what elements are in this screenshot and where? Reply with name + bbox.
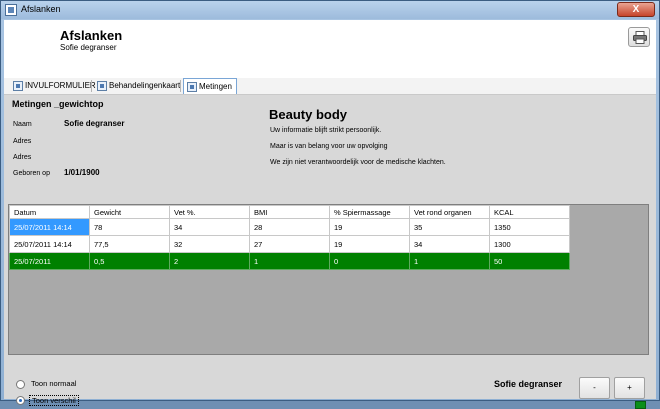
column-header[interactable]: Vet rond organen [409,205,490,219]
table-cell[interactable]: 28 [249,218,330,236]
table-cell[interactable]: 0,5 [89,252,170,270]
toon-normaal-radio[interactable] [16,380,25,389]
page-subtitle: Sofie degranser [60,43,117,52]
title-bar: Afslanken X [1,1,659,19]
tab-label: Behandelingenkaart [109,81,181,90]
info-line: Uw informatie blijft strikt persoonlijk. [270,127,382,134]
table-cell[interactable]: 1 [409,252,490,270]
printer-icon [633,31,647,44]
address-label: Adres [13,138,32,145]
app-window: Afslanken X Afslanken Sofie degranser IN… [0,0,660,409]
column-header[interactable]: Gewicht [89,205,170,219]
measurements-title: Metingen _gewichtop [12,99,104,109]
table-cell[interactable]: 50 [489,252,570,270]
client-area: Afslanken Sofie degranser INVULFORMULIER… [4,20,656,409]
info-line: Maar is van belang voor uw opvolging [270,143,388,150]
table-cell[interactable]: 25/07/2011 14:14 [9,218,90,236]
table-cell[interactable]: 25/07/2011 [9,252,90,270]
column-header[interactable]: Vet %. [169,205,250,219]
table-cell[interactable]: 19 [329,218,410,236]
tab-separator [180,80,181,92]
column-header[interactable]: BMI [249,205,330,219]
column-header[interactable]: KCAL [489,205,570,219]
tab-separator [91,80,92,92]
tab-metingen[interactable]: Metingen [183,78,237,94]
close-button[interactable]: X [617,2,655,17]
difference-row[interactable]: 25/07/2011 0,5 2 1 0 1 50 [9,252,570,270]
tab-label: INVULFORMULIER [25,81,96,90]
info-line: We zijn niet verantwoordelijk voor de me… [270,159,446,166]
column-header[interactable]: % Spiermassage [329,205,410,219]
address2-label: Adres [13,154,32,161]
table-row[interactable]: 25/07/2011 14:14 77,5 32 27 19 34 1300 [9,235,570,253]
table-cell[interactable]: 2 [169,252,250,270]
tab-strip: INVULFORMULIER Behandelingenkaart Meting… [4,78,656,95]
table-cell[interactable]: 77,5 [89,235,170,253]
tab-behandelingenkaart[interactable]: Behandelingenkaart [94,78,184,94]
table-header: Datum Gewicht Vet %. BMI % Spiermassage … [9,205,570,219]
column-header[interactable]: Datum [9,205,90,219]
tab-label: Metingen [199,82,232,91]
window-title: Afslanken [21,4,61,14]
table-cell[interactable]: 34 [409,235,490,253]
toon-normaal-label[interactable]: Toon normaal [29,379,78,388]
form-icon [187,82,197,92]
table-cell[interactable]: 32 [169,235,250,253]
table-cell[interactable]: 27 [249,235,330,253]
table-cell[interactable]: 1300 [489,235,570,253]
table-cell[interactable]: 0 [329,252,410,270]
previous-button[interactable]: - [579,377,610,399]
next-button[interactable]: + [614,377,645,399]
table-cell[interactable]: 19 [329,235,410,253]
page-title: Afslanken [60,28,123,43]
form-icon [13,81,23,91]
measurements-grid[interactable]: Datum Gewicht Vet %. BMI % Spiermassage … [8,204,649,355]
table-cell[interactable]: 78 [89,218,170,236]
print-button[interactable] [628,27,650,47]
table-cell[interactable]: 1350 [489,218,570,236]
table-cell[interactable]: 34 [169,218,250,236]
table-row[interactable]: 25/07/2011 14:14 78 34 28 19 35 1350 [9,218,570,236]
form-icon [97,81,107,91]
tab-invulformulier[interactable]: INVULFORMULIER [10,78,100,94]
client-name: Sofie degranser [494,379,563,389]
app-icon [5,4,17,16]
status-indicator [635,401,646,409]
birth-value: 1/01/1900 [64,168,100,177]
table-cell[interactable]: 25/07/2011 14:14 [9,235,90,253]
measurements-table: Datum Gewicht Vet %. BMI % Spiermassage … [9,205,570,270]
brand-title: Beauty body [269,107,348,122]
header: Afslanken Sofie degranser [4,20,656,78]
table-cell[interactable]: 1 [249,252,330,270]
table-cell[interactable]: 35 [409,218,490,236]
birth-label: Geboren op [13,170,50,177]
name-value: Sofie degranser [64,119,125,128]
name-label: Naam [13,121,32,128]
measurements-panel: Metingen _gewichtop Naam Sofie degranser… [4,95,656,409]
